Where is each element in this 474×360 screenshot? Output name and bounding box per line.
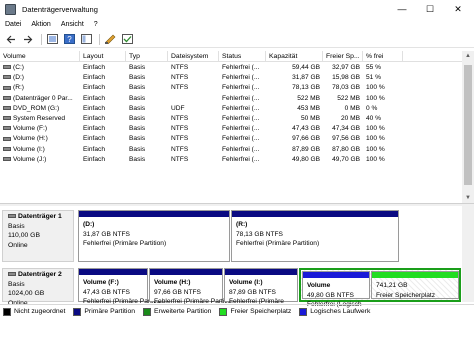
panel-icon[interactable]	[79, 33, 93, 46]
partition-type-bar	[150, 269, 222, 275]
scrollbar-thumb[interactable]	[464, 65, 472, 185]
table-row[interactable]: (D:) Einfach Basis NTFS Fehlerfrei (... …	[0, 73, 462, 83]
column-header-layout[interactable]: Layout	[80, 51, 126, 62]
back-icon[interactable]	[4, 33, 18, 46]
table-row[interactable]: (Datenträger 0 Par... Einfach Basis Fehl…	[0, 94, 462, 104]
properties-icon[interactable]	[103, 33, 117, 46]
table-row[interactable]: Volume (F:) Einfach Basis NTFS Fehlerfre…	[0, 124, 462, 134]
table-row[interactable]: Volume (I:) Einfach Basis NTFS Fehlerfre…	[0, 145, 462, 155]
title-bar: Datenträgerverwaltung — ☐ ✕	[0, 0, 474, 18]
legend-swatch	[73, 307, 82, 316]
volume-icon	[3, 75, 11, 80]
table-row[interactable]: System Reserved Einfach Basis NTFS Fehle…	[0, 114, 462, 124]
column-header-status[interactable]: Status	[219, 51, 266, 62]
logical-drive-j[interactable]: Volume 49,80 GB NTFS Fehlerfrei (Logisch	[302, 271, 370, 308]
column-header-dateisystem[interactable]: Dateisystem	[168, 51, 219, 62]
disk-icon	[8, 272, 16, 277]
extended-partition[interactable]: Volume 49,80 GB NTFS Fehlerfrei (Logisch…	[299, 268, 461, 308]
legend-item: Logisches Laufwerk	[299, 307, 370, 316]
partition-type-bar	[232, 211, 398, 217]
partition-r[interactable]: (R:) 78,13 GB NTFS Fehlerfrei (Primäre P…	[231, 210, 399, 262]
minimize-button[interactable]: —	[390, 0, 414, 18]
free-space[interactable]: 741,21 GB Freier Speicherplatz	[371, 271, 459, 299]
column-header-volume[interactable]: Volume	[0, 51, 80, 62]
close-button[interactable]: ✕	[446, 0, 470, 18]
volume-icon	[3, 85, 11, 90]
disk-graphical-view: Datenträger 1 Basis 110,00 GB Online (D:…	[0, 206, 474, 308]
volume-icon	[3, 65, 11, 70]
legend-item: Primäre Partition	[73, 307, 135, 316]
legend-swatch	[299, 307, 308, 316]
partition-type-bar	[372, 272, 458, 278]
disk-label-1[interactable]: Datenträger 1 Basis 110,00 GB Online	[2, 210, 74, 262]
volume-icon	[3, 157, 11, 162]
toolbar-separator	[41, 33, 42, 45]
partition-i[interactable]: Volume (I:) 87,89 GB NTFS Fehlerfrei (Pr…	[224, 268, 298, 305]
legend-item: Erweiterte Partition	[143, 307, 211, 316]
legend-swatch	[219, 307, 228, 316]
partition-type-bar	[79, 269, 147, 275]
svg-text:?: ?	[67, 35, 72, 44]
volume-list: Volume Layout Typ Dateisystem Status Kap…	[0, 51, 474, 203]
dvd-icon	[3, 106, 11, 111]
toolbar: ?	[0, 31, 474, 48]
table-row[interactable]: Volume (J:) Einfach Basis NTFS Fehlerfre…	[0, 155, 462, 165]
column-header-freier-speicher[interactable]: Freier Sp...	[323, 51, 363, 62]
toolbar-separator	[99, 33, 100, 45]
column-header-kapazitaet[interactable]: Kapazität	[266, 51, 323, 62]
menu-ansicht[interactable]: Ansicht	[61, 21, 84, 28]
legend-swatch	[3, 307, 11, 316]
volume-icon	[3, 136, 11, 141]
scroll-up-icon[interactable]: ▲	[462, 51, 474, 61]
volume-icon	[3, 126, 11, 131]
partition-d[interactable]: (D:) 31,87 GB NTFS Fehlerfrei (Primäre P…	[78, 210, 230, 262]
menu-help[interactable]: ?	[94, 21, 98, 28]
volume-icon	[3, 146, 11, 151]
partition-type-bar	[225, 269, 297, 275]
volume-icon	[3, 116, 11, 121]
column-header-typ[interactable]: Typ	[126, 51, 168, 62]
partition-type-bar	[303, 272, 369, 278]
graphical-view-scrollbar[interactable]	[462, 206, 474, 302]
disk-label-2[interactable]: Datenträger 2 Basis 1024,00 GB Online	[2, 268, 74, 307]
forward-icon[interactable]	[21, 33, 35, 46]
scroll-down-icon[interactable]: ▼	[462, 193, 474, 203]
volume-icon	[3, 95, 11, 100]
volume-list-header: Volume Layout Typ Dateisystem Status Kap…	[0, 51, 462, 62]
volume-list-scrollbar[interactable]: ▲ ▼	[462, 51, 474, 203]
partition-f[interactable]: Volume (F:) 47,43 GB NTFS Fehlerfrei (Pr…	[78, 268, 164, 305]
table-row[interactable]: (R:) Einfach Basis NTFS Fehlerfrei (... …	[0, 83, 462, 93]
settings-icon[interactable]	[120, 33, 134, 46]
table-row[interactable]: DVD_ROM (G:) Einfach Basis UDF Fehlerfre…	[0, 104, 462, 114]
legend: Nicht zugeordnet Primäre Partition Erwei…	[0, 304, 474, 318]
legend-swatch	[143, 307, 152, 316]
table-row[interactable]: (C:) Einfach Basis NTFS Fehlerfrei (... …	[0, 63, 462, 73]
menu-bar: Datei Aktion Ansicht ?	[0, 18, 474, 31]
menu-aktion[interactable]: Aktion	[31, 21, 50, 28]
maximize-button[interactable]: ☐	[418, 0, 442, 18]
list-icon[interactable]	[45, 33, 59, 46]
help-icon[interactable]: ?	[62, 33, 76, 46]
legend-item: Nicht zugeordnet	[3, 307, 65, 316]
menu-datei[interactable]: Datei	[5, 21, 21, 28]
partition-type-bar	[79, 211, 229, 217]
column-header-prozent-frei[interactable]: % frei	[363, 51, 403, 62]
app-icon	[5, 3, 16, 15]
disk-icon	[8, 214, 16, 219]
legend-item: Freier Speicherplatz	[219, 307, 291, 316]
partition-h[interactable]: Volume (H:) 97,66 GB NTFS Fehlerfrei (Pr…	[149, 268, 234, 305]
window-title: Datenträgerverwaltung	[22, 4, 98, 14]
table-row[interactable]: Volume (H:) Einfach Basis NTFS Fehlerfre…	[0, 134, 462, 144]
